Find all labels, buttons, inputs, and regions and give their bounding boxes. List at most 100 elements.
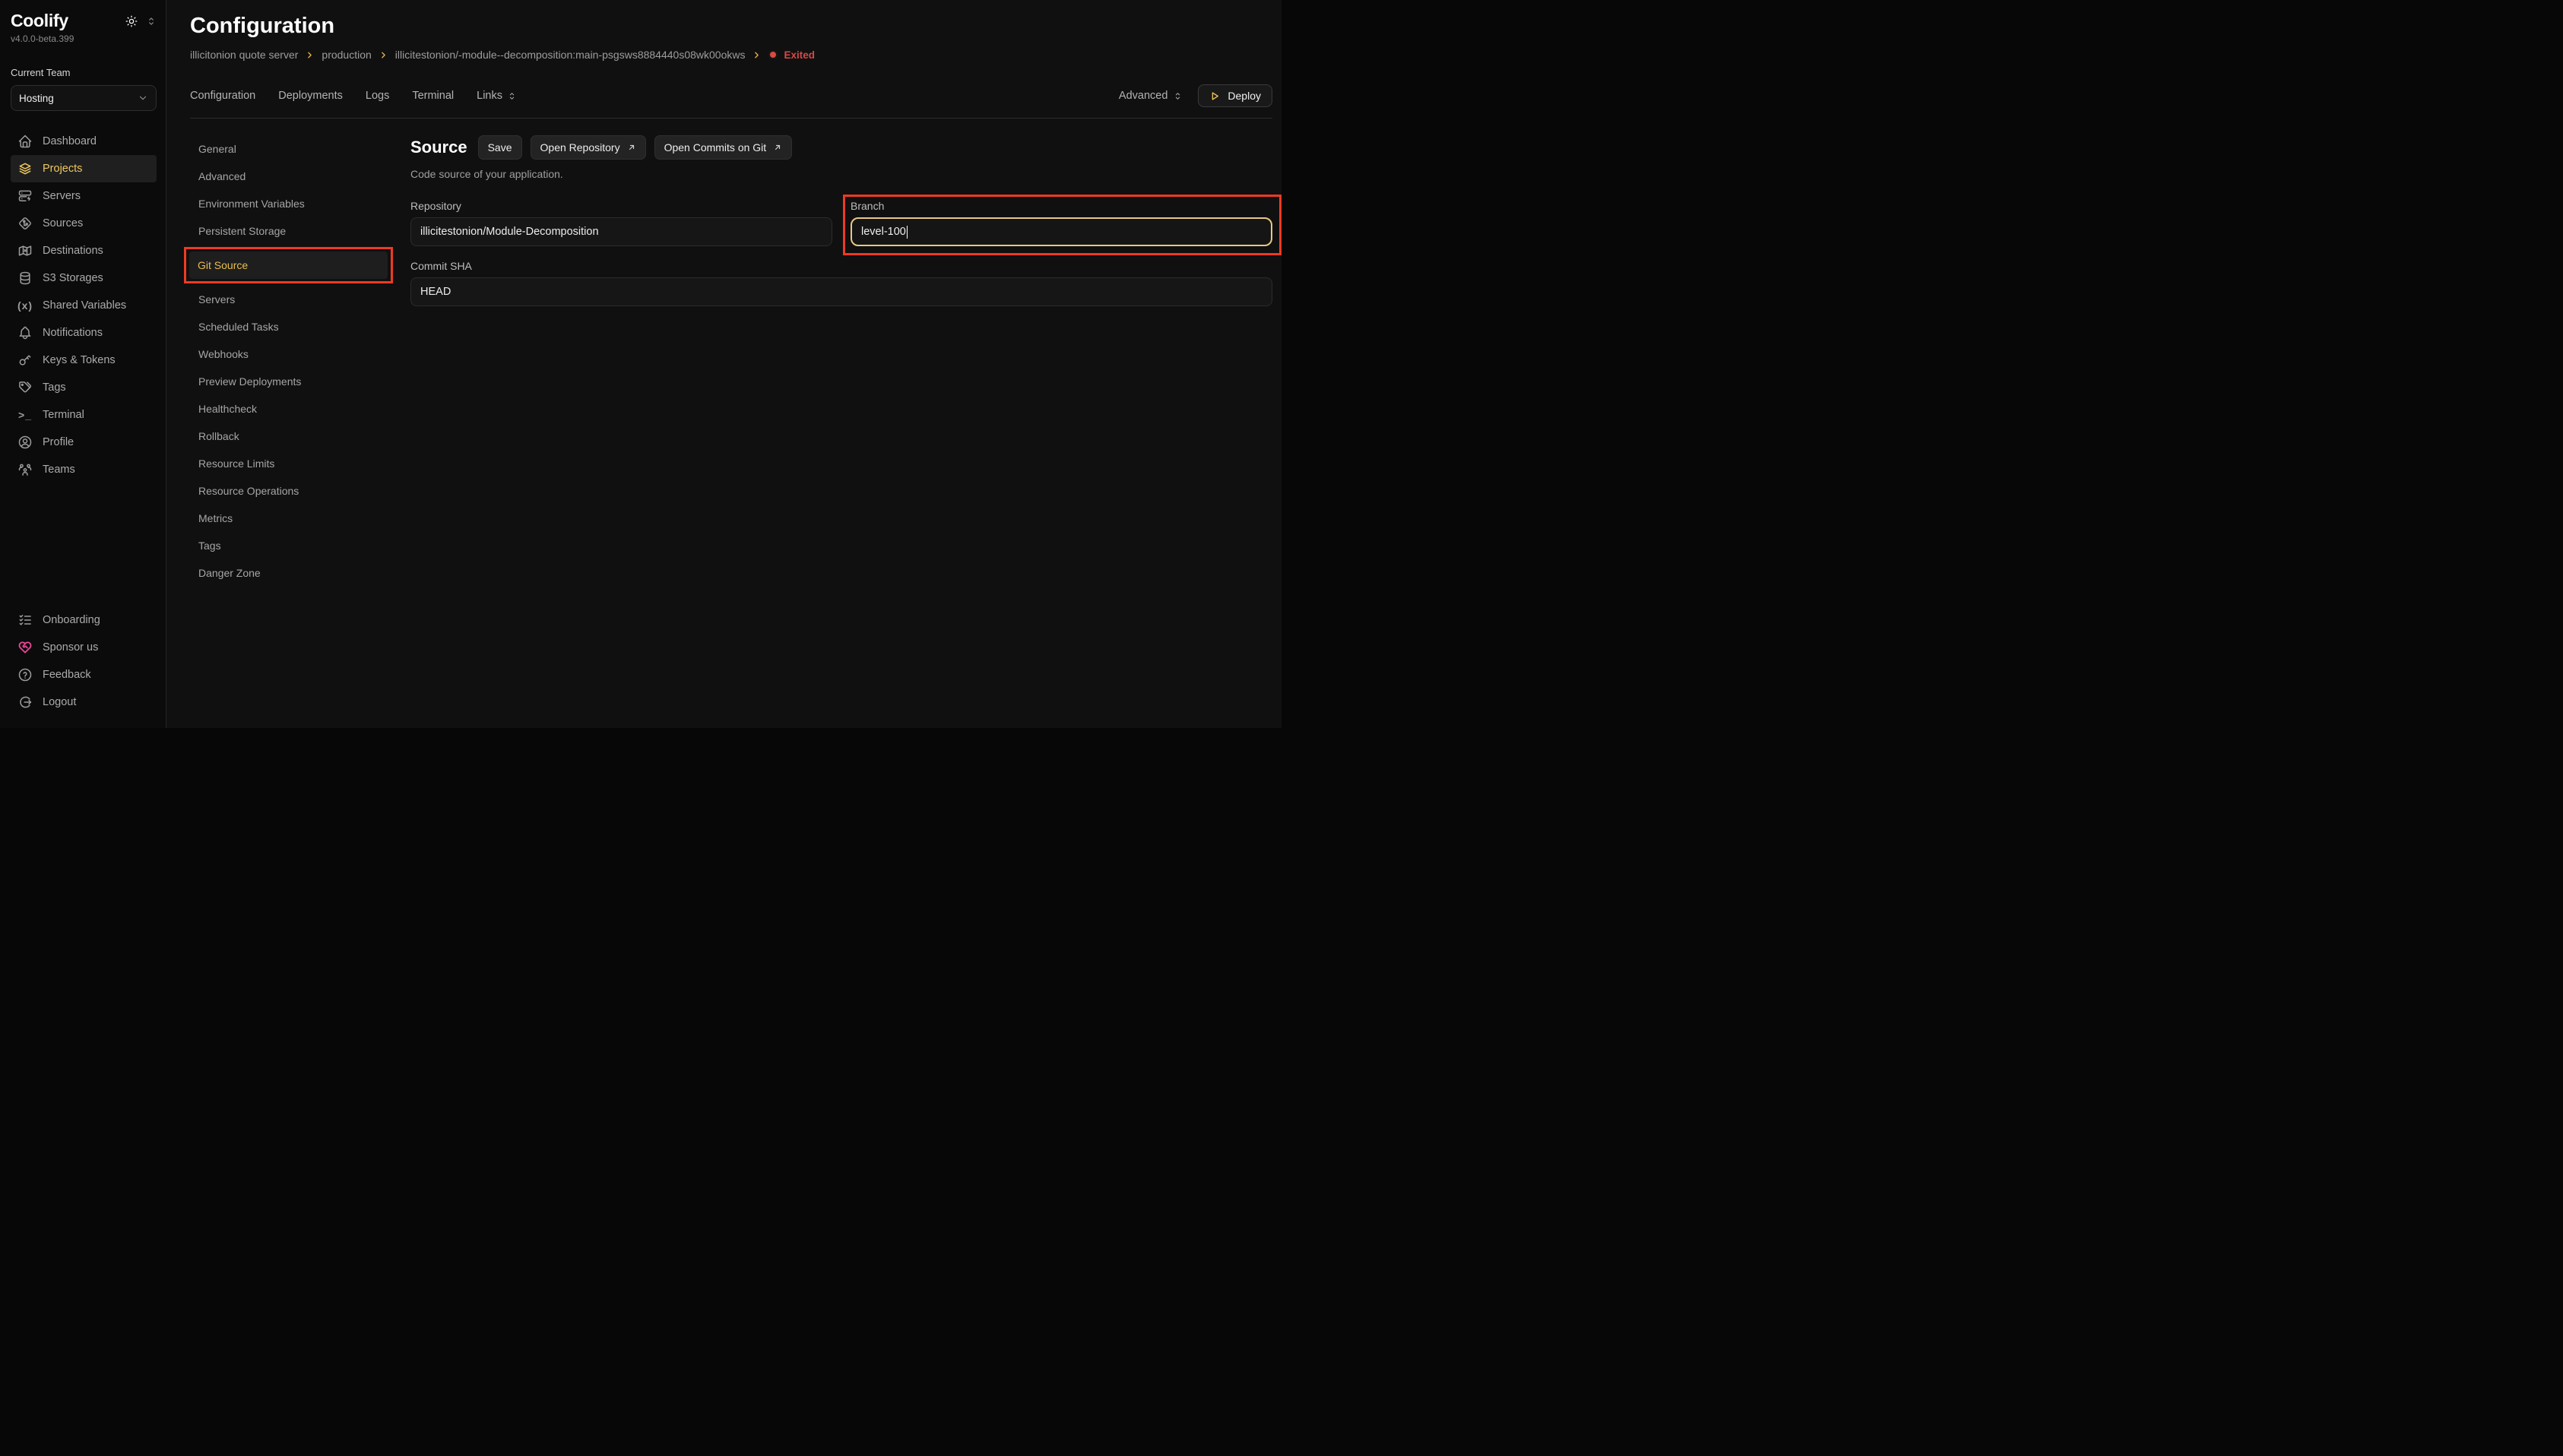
sidebar-item-logout[interactable]: Logout: [11, 688, 157, 716]
deploy-button[interactable]: Deploy: [1198, 84, 1272, 107]
source-description: Code source of your application.: [410, 168, 1272, 180]
brand-row: Coolify: [11, 11, 157, 31]
subnav-item-webhooks[interactable]: Webhooks: [190, 340, 386, 368]
sidebar-item-teams[interactable]: Teams: [11, 456, 157, 483]
open-commits-button[interactable]: Open Commits on Git: [654, 135, 793, 160]
chevron-right-icon: [305, 50, 315, 60]
subnav-item-environment-variables[interactable]: Environment Variables: [190, 190, 386, 217]
commit-sha-input[interactable]: HEAD: [410, 277, 1272, 306]
status-dot-icon: [768, 50, 778, 59]
subnav-item-advanced[interactable]: Advanced: [190, 163, 386, 190]
chevron-right-icon: [752, 50, 762, 60]
subnav-item-rollback[interactable]: Rollback: [190, 423, 386, 450]
text-cursor: [907, 226, 908, 239]
sidebar-item-dashboard[interactable]: Dashboard: [11, 128, 157, 155]
sidebar-item-sponsor[interactable]: Sponsor us: [11, 634, 157, 661]
branch-input[interactable]: level-100: [851, 217, 1272, 246]
commit-sha-label: Commit SHA: [410, 260, 1272, 272]
breadcrumb-project[interactable]: illicitonion quote server: [190, 49, 298, 61]
selector-icon: [1173, 91, 1183, 101]
breadcrumb-environment[interactable]: production: [322, 49, 371, 61]
status-badge: Exited: [768, 49, 815, 61]
breadcrumb: illicitonion quote server production ill…: [190, 49, 1272, 61]
sidebar-item-servers[interactable]: Servers: [11, 182, 157, 210]
server-icon: [17, 188, 33, 204]
annotation-box-branch: Branch level-100: [843, 195, 1282, 255]
subnav-item-servers[interactable]: Servers: [190, 286, 386, 313]
tab-bar: Configuration Deployments Logs Terminal …: [190, 84, 1272, 107]
commit-sha-field: Commit SHA HEAD: [410, 260, 1272, 306]
sidebar-item-feedback[interactable]: Feedback: [11, 661, 157, 688]
page-title: Configuration: [190, 14, 1272, 39]
source-heading: Source: [410, 138, 467, 157]
sidebar-item-sources[interactable]: Sources: [11, 210, 157, 237]
sidebar: Coolify v4.0.0-beta.399 Current Team Hos…: [0, 0, 166, 728]
sidebar-item-s3-storages[interactable]: S3 Storages: [11, 264, 157, 292]
annotation-box-git-source: Git Source: [184, 247, 393, 283]
tab-divider: [190, 118, 1272, 119]
git-icon: [17, 216, 33, 231]
sidebar-item-terminal[interactable]: >_ Terminal: [11, 401, 157, 429]
database-icon: [17, 271, 33, 286]
tag-icon: [17, 380, 33, 395]
theme-selector-icon[interactable]: [146, 16, 157, 27]
save-button[interactable]: Save: [478, 135, 522, 160]
tab-logs[interactable]: Logs: [366, 90, 389, 102]
subnav-item-healthcheck[interactable]: Healthcheck: [190, 395, 386, 423]
repository-field: Repository illicitestonion/Module-Decomp…: [410, 200, 832, 246]
sun-theme-icon[interactable]: [125, 14, 138, 28]
checklist-icon: [17, 612, 33, 628]
sidebar-nav: Dashboard Projects Servers Sources Desti…: [11, 128, 157, 483]
branch-field: Branch level-100: [851, 200, 1272, 246]
repository-input[interactable]: illicitestonion/Module-Decomposition: [410, 217, 832, 246]
sidebar-item-profile[interactable]: Profile: [11, 429, 157, 456]
subnav-item-general[interactable]: General: [190, 135, 386, 163]
map-icon: [17, 243, 33, 258]
sidebar-item-destinations[interactable]: Destinations: [11, 237, 157, 264]
open-repository-button[interactable]: Open Repository: [531, 135, 646, 160]
user-circle-icon: [17, 435, 33, 450]
logout-icon: [17, 695, 33, 710]
subnav-item-preview-deployments[interactable]: Preview Deployments: [190, 368, 386, 395]
subnav-item-resource-limits[interactable]: Resource Limits: [190, 450, 386, 477]
tab-terminal[interactable]: Terminal: [412, 90, 454, 102]
subnav-item-scheduled-tasks[interactable]: Scheduled Tasks: [190, 313, 386, 340]
chevron-right-icon: [379, 50, 388, 60]
layers-icon: [17, 161, 33, 176]
sidebar-item-tags[interactable]: Tags: [11, 374, 157, 401]
tab-links[interactable]: Links: [477, 90, 517, 102]
bell-icon: [17, 325, 33, 340]
app-version: v4.0.0-beta.399: [11, 33, 157, 44]
sidebar-footer-nav: Onboarding Sponsor us Feedback Logout: [11, 606, 157, 716]
git-source-panel: Source Save Open Repository Open Commits…: [410, 135, 1272, 728]
chevron-down-icon: [138, 93, 148, 103]
team-select-value: Hosting: [19, 93, 54, 104]
team-select[interactable]: Hosting: [11, 85, 157, 111]
tab-deployments[interactable]: Deployments: [278, 90, 343, 102]
subnav-item-persistent-storage[interactable]: Persistent Storage: [190, 217, 386, 245]
advanced-menu[interactable]: Advanced: [1119, 90, 1183, 102]
sidebar-item-notifications[interactable]: Notifications: [11, 319, 157, 347]
terminal-icon: >_: [17, 407, 33, 423]
subnav-item-tags[interactable]: Tags: [190, 532, 386, 559]
selector-icon: [507, 91, 517, 101]
main-content: Configuration illicitonion quote server …: [166, 0, 1282, 728]
play-icon: [1209, 90, 1221, 102]
subnav-item-metrics[interactable]: Metrics: [190, 505, 386, 532]
external-link-icon: [627, 143, 636, 152]
breadcrumb-resource[interactable]: illicitestonion/-module--decomposition:m…: [395, 49, 746, 61]
tab-configuration[interactable]: Configuration: [190, 90, 255, 102]
users-icon: [17, 462, 33, 477]
branch-label: Branch: [851, 200, 1272, 212]
sidebar-item-keys-tokens[interactable]: Keys & Tokens: [11, 347, 157, 374]
sidebar-item-onboarding[interactable]: Onboarding: [11, 606, 157, 634]
subnav-item-git-source[interactable]: Git Source: [189, 252, 388, 279]
status-text: Exited: [784, 49, 815, 61]
current-team-label: Current Team: [11, 67, 157, 78]
sidebar-item-projects[interactable]: Projects: [11, 155, 157, 182]
subnav-item-resource-operations[interactable]: Resource Operations: [190, 477, 386, 505]
brand-logo: Coolify: [11, 11, 68, 31]
sidebar-item-shared-variables[interactable]: (x) Shared Variables: [11, 292, 157, 319]
subnav-item-danger-zone[interactable]: Danger Zone: [190, 559, 386, 587]
repository-label: Repository: [410, 200, 832, 212]
